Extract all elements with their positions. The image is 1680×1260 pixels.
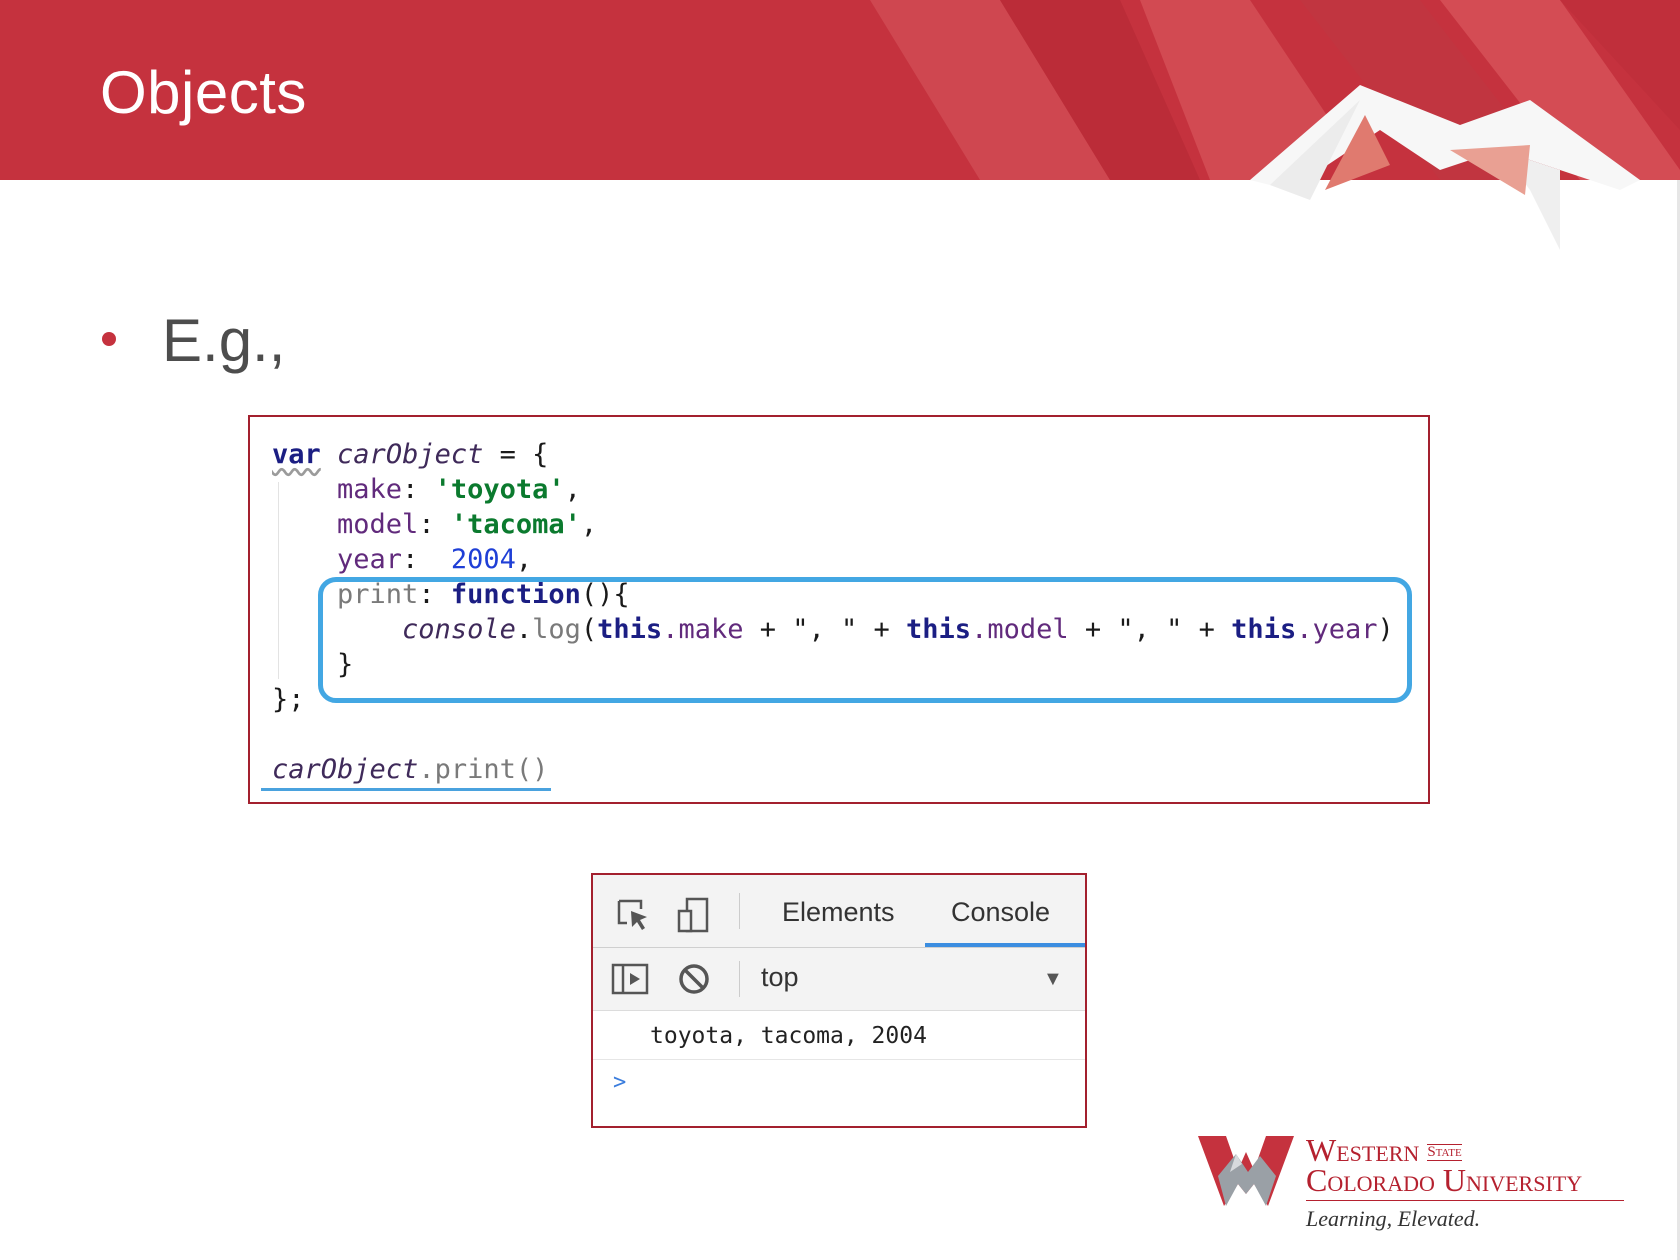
inspect-element-icon[interactable] — [615, 897, 651, 933]
active-tab-indicator — [925, 943, 1085, 947]
bullet-dot — [102, 332, 116, 346]
device-toggle-icon[interactable] — [675, 897, 711, 933]
w-logo-icon — [1198, 1136, 1294, 1206]
code-line-9: carObject.print() — [272, 754, 549, 785]
bullet-text: E.g., — [162, 307, 286, 374]
slide-title: Objects — [100, 59, 307, 126]
clear-console-icon[interactable] — [677, 962, 711, 996]
call-underline — [261, 788, 551, 791]
filter-separator — [739, 961, 740, 997]
code-screenshot: var carObject = { make: 'toyota', model:… — [248, 415, 1430, 804]
console-prompt-icon[interactable]: > — [613, 1070, 626, 1095]
toolbar-separator — [739, 893, 740, 929]
chevron-down-icon[interactable]: ▼ — [1043, 968, 1063, 991]
logo-rule — [1306, 1200, 1624, 1201]
devtools-toolbar: Elements Console — [593, 875, 1085, 948]
code-line-4: year: 2004, — [337, 544, 533, 575]
code-line-3: model: 'tacoma', — [337, 509, 598, 540]
highlight-box — [318, 577, 1412, 703]
tab-console[interactable]: Console — [951, 897, 1050, 928]
sidebar-toggle-icon[interactable] — [611, 962, 649, 996]
console-log-entry: toyota, tacoma, 2004 — [650, 1023, 927, 1049]
tab-elements[interactable]: Elements — [782, 897, 895, 928]
university-logo: Western State Colorado University Learnin… — [1196, 1132, 1636, 1232]
console-filter-bar: top ▼ — [593, 948, 1085, 1011]
mountain-graphic — [1250, 85, 1640, 250]
devtools-panel: Elements Console top ▼ toyota, tacoma, 2… — [591, 873, 1087, 1128]
logo-line-2: Colorado University — [1306, 1162, 1583, 1198]
code-line-1: var carObject = { — [272, 439, 549, 470]
code-line-8: }; — [272, 684, 305, 715]
context-selector[interactable]: top — [761, 962, 799, 993]
code-line-2: make: 'toyota', — [337, 474, 581, 505]
log-separator — [593, 1059, 1085, 1060]
logo-tagline: Learning, Elevated. — [1306, 1206, 1481, 1231]
